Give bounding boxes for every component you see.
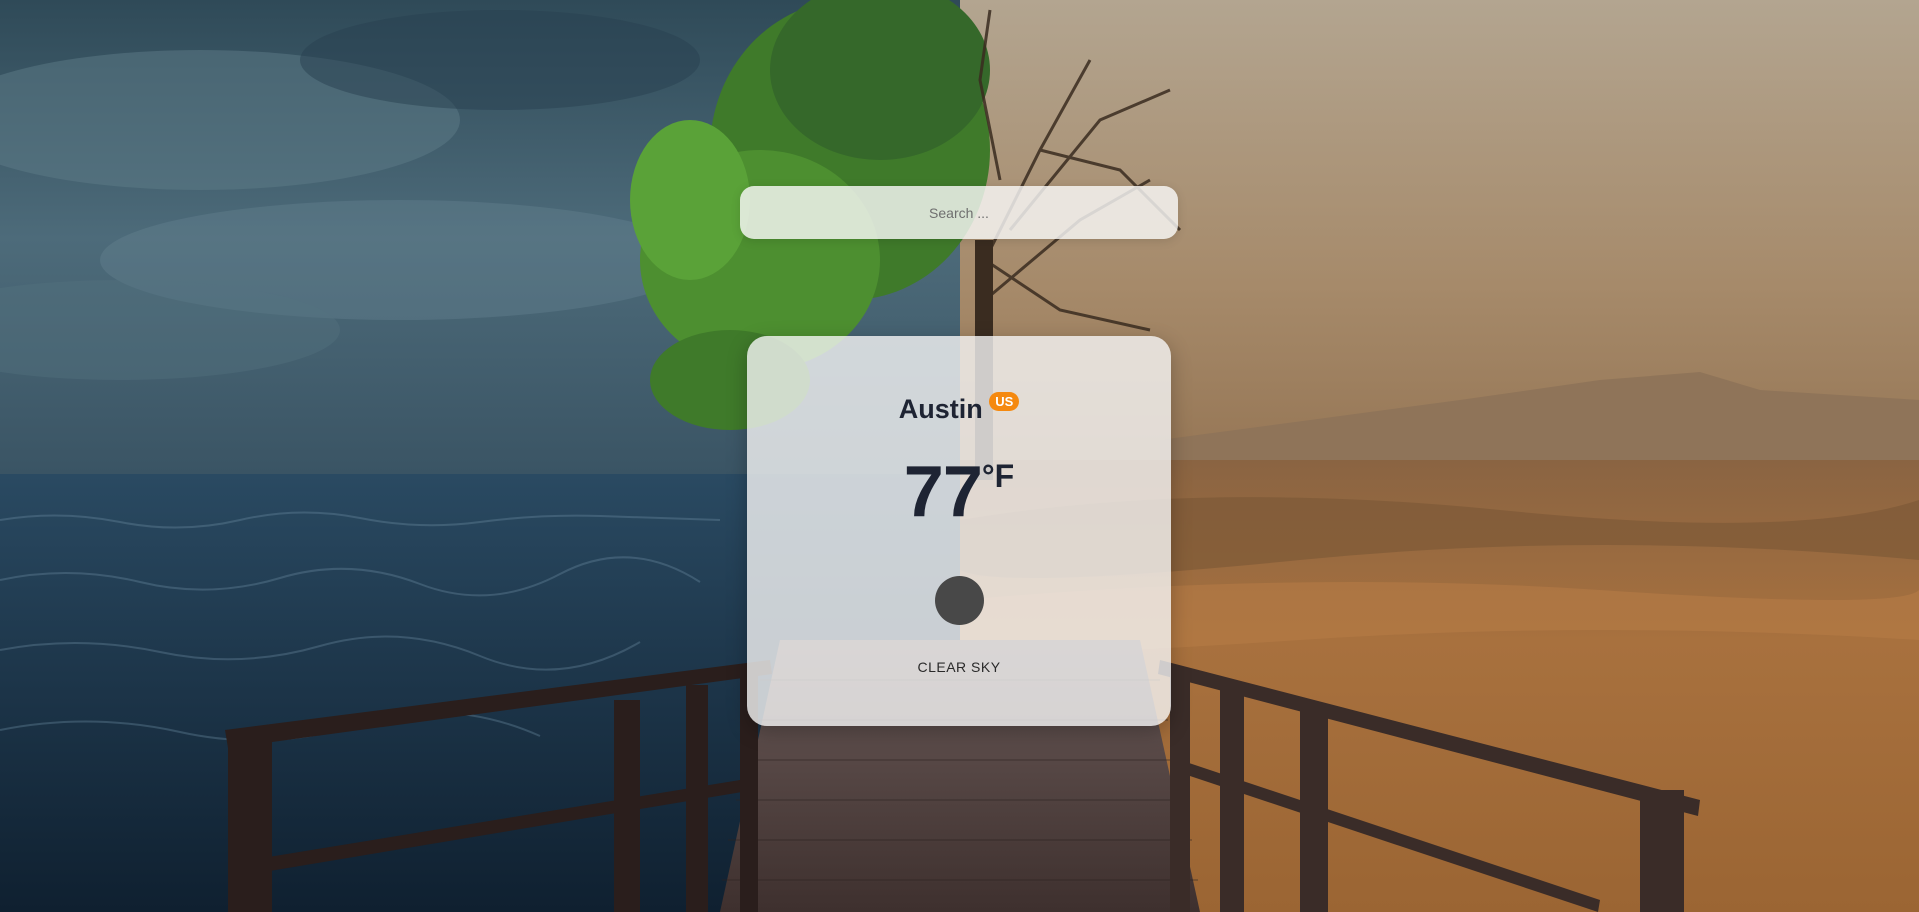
weather-description: CLEAR SKY (917, 659, 1001, 675)
location-row: Austin US (747, 391, 1171, 425)
search-input[interactable] (740, 185, 1178, 240)
city-name: Austin (898, 394, 983, 424)
temperature-value: 77 (903, 452, 983, 532)
search-bar[interactable] (740, 185, 1178, 240)
temperature-unit: °F (981, 458, 1015, 494)
temperature-row: 77°F (747, 456, 1171, 528)
clear-sky-icon (935, 576, 984, 625)
app-background: Austin US 77°F CLEAR SKY (0, 0, 1919, 912)
country-badge: US (989, 391, 1020, 411)
weather-card: Austin US 77°F CLEAR SKY (747, 336, 1171, 726)
